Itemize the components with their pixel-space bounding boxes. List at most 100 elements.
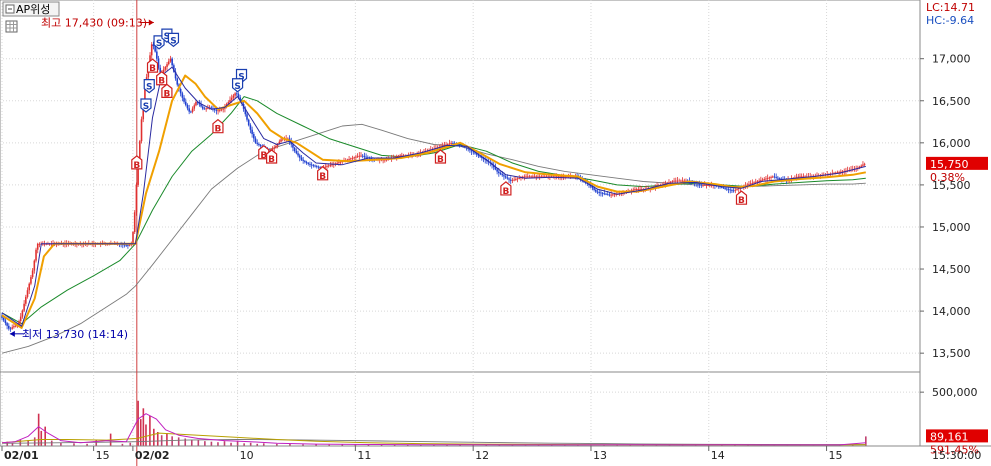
candle-body [293, 147, 296, 151]
candle-body [21, 310, 24, 317]
current-change-label: 0.38% [930, 171, 965, 184]
candle-body [860, 165, 863, 167]
candle-body [253, 134, 255, 139]
candle-body [736, 189, 738, 190]
candle-body [731, 190, 733, 191]
candle-body [127, 245, 129, 246]
candle-body [358, 155, 361, 157]
candle-body [503, 175, 505, 177]
candle-body [26, 290, 29, 297]
candle-body [702, 184, 704, 186]
candle-body [680, 180, 682, 182]
indicator-name: AP위성 [16, 3, 50, 16]
candle-body [361, 155, 364, 157]
candle-body [770, 176, 772, 178]
candle-body [727, 189, 730, 190]
indicator-toggle[interactable]: AP위성 [2, 1, 60, 17]
signal-letter: S [170, 36, 176, 46]
candle-body [450, 143, 452, 144]
candle-body [754, 181, 757, 183]
candle-body [247, 119, 250, 126]
candle-body [673, 180, 675, 182]
candle-body [749, 183, 752, 185]
time-tick-label: 15 [829, 449, 843, 462]
candle-body [509, 179, 512, 181]
candle-body [705, 184, 708, 186]
current-volume-label: 89,161 [930, 430, 969, 443]
candle-body [363, 156, 366, 158]
candle-body [249, 125, 252, 130]
candle-body [36, 243, 39, 250]
candle-body [508, 178, 510, 180]
candle-body [600, 192, 602, 194]
price-tick-label: 17,000 [932, 53, 971, 66]
candle-body [246, 114, 248, 120]
candle-body [295, 150, 298, 154]
price-tick-label: 15,000 [932, 221, 971, 234]
candle-body [596, 191, 599, 193]
candle-body [140, 119, 143, 142]
signal-letter: B [437, 155, 444, 165]
candle-body [195, 102, 197, 106]
candle-body [601, 192, 604, 194]
low-price-annotation: 최저 13,730 (14:14) [22, 328, 128, 341]
candle-body [360, 155, 362, 157]
buy-signal-icon: B [156, 70, 168, 87]
candle-body [606, 194, 609, 196]
volume-bar [171, 436, 173, 446]
candle-body [632, 189, 635, 191]
candle-body [193, 105, 196, 109]
candle-body [613, 194, 616, 196]
price-tick-label: 14,500 [932, 263, 971, 276]
time-tick-label: 10 [240, 449, 254, 462]
buy-signal-icon: B [266, 149, 278, 165]
price-tick-label: 16,000 [932, 137, 971, 150]
price-chart[interactable]: SSSS SSSBBBBBB BBBBB 17,00016,50016,00015,… [0, 0, 991, 466]
volume-tick-label: 500,000 [932, 386, 978, 399]
candle-body [399, 155, 401, 157]
volume-bar [166, 433, 168, 446]
candle-body [190, 111, 192, 113]
candle-body [593, 188, 595, 190]
candle-body [775, 177, 777, 178]
candle-body [603, 193, 606, 195]
volume-bar [184, 438, 187, 446]
candle-body [538, 176, 541, 178]
candle-body [452, 143, 454, 144]
candle-body [722, 187, 725, 189]
candle-body [365, 156, 367, 158]
volume-bar [156, 432, 159, 446]
candle-body [23, 303, 25, 311]
candle-body [258, 143, 260, 146]
candle-body [234, 93, 236, 96]
buy-signal-icon: B [434, 149, 447, 165]
candle-body [4, 320, 7, 324]
candle-body [681, 180, 684, 182]
candle-body [19, 316, 22, 322]
buy-signal-icon: B [161, 83, 173, 99]
candle-body [446, 144, 449, 145]
signal-letter: B [158, 77, 165, 87]
candle-body [676, 180, 679, 182]
volume-bar [142, 408, 145, 446]
candle-body [639, 189, 641, 190]
candle-body [533, 176, 536, 178]
volume-bar [137, 400, 139, 446]
candle-body [222, 108, 224, 110]
candle-body [125, 244, 128, 246]
volume-bar [197, 440, 200, 446]
candle-body [236, 93, 238, 95]
signal-letter: B [268, 155, 275, 165]
candle-body [511, 180, 514, 181]
candle-body [499, 173, 502, 175]
grid-toggle-icon[interactable] [5, 20, 18, 33]
candle-body [132, 232, 134, 243]
candle-body [30, 277, 32, 284]
candle-body [184, 101, 187, 106]
candle-body [302, 159, 304, 161]
candle-body [610, 194, 612, 196]
buy-signal-icon: B [131, 155, 143, 171]
signal-letter: S [234, 82, 240, 92]
candle-body [518, 177, 521, 179]
candle-body [162, 69, 165, 73]
